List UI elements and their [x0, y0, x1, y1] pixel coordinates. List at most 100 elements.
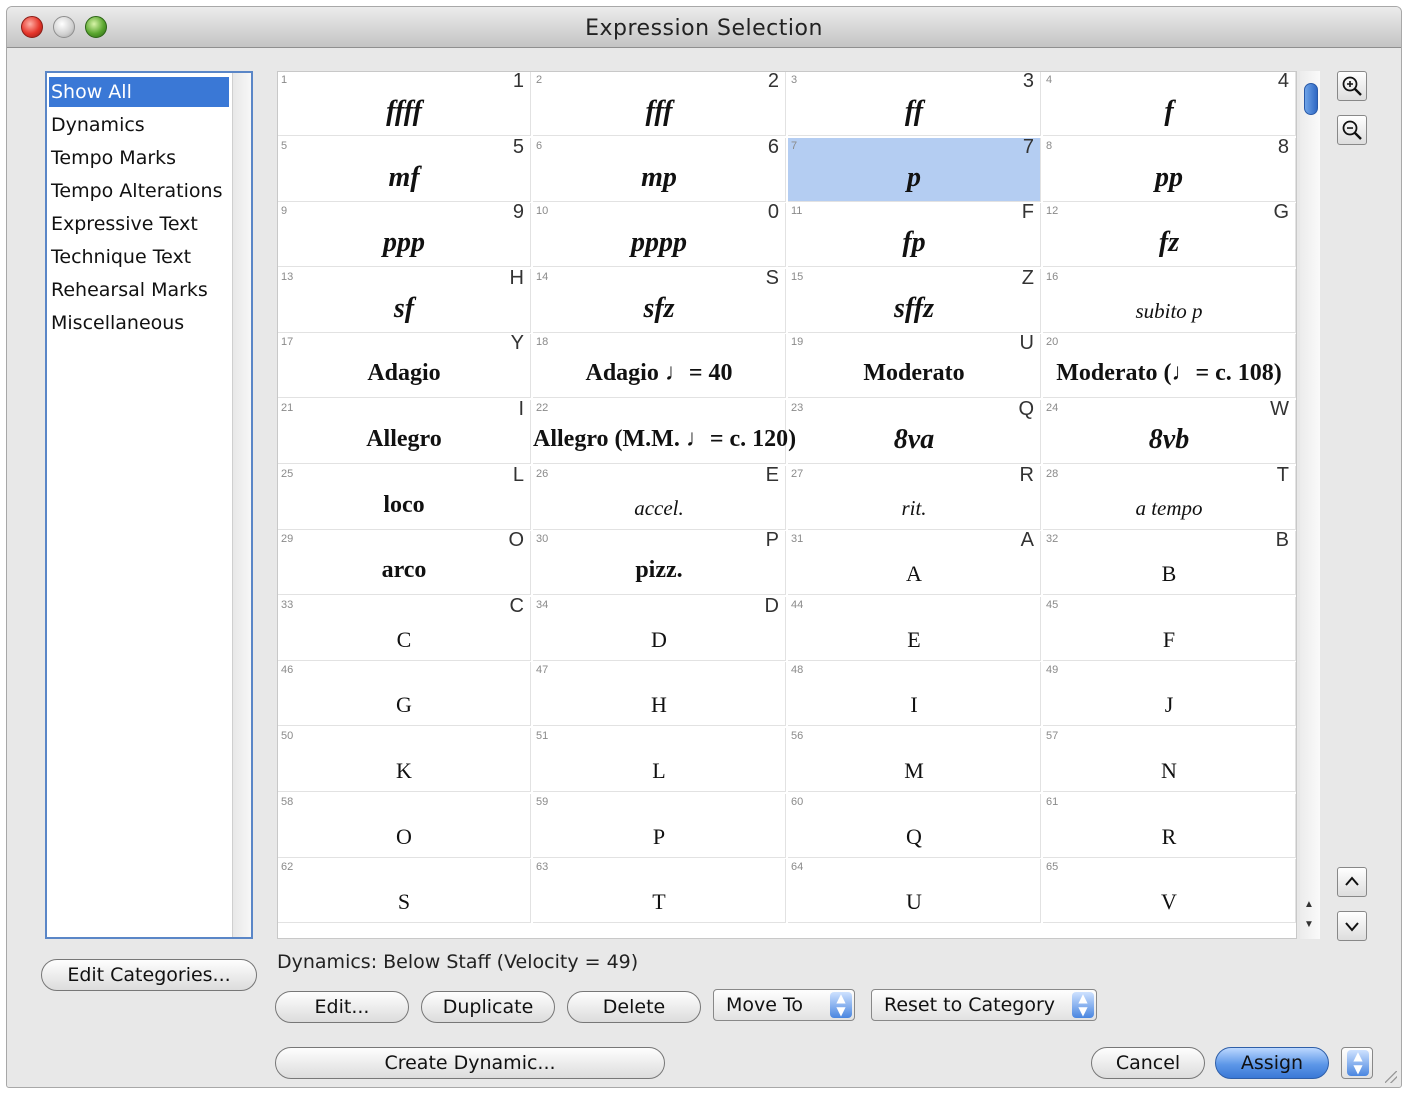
page-up-button[interactable] — [1337, 867, 1367, 897]
reset-to-category-label: Reset to Category — [884, 994, 1056, 1016]
expression-cell[interactable]: 15 Zsffz — [788, 267, 1041, 333]
expression-cell[interactable]: 6 6 mp — [533, 136, 786, 202]
expression-label: R — [1161, 823, 1177, 849]
category-item[interactable]: Rehearsal Marks — [49, 275, 208, 305]
expression-cell[interactable]: 13 Hsf — [278, 267, 531, 333]
expression-cell[interactable]: 8 8 pp — [1043, 136, 1296, 202]
expression-cell[interactable]: 62 S — [278, 859, 531, 924]
expression-cell[interactable]: 2 2 fff — [533, 72, 786, 136]
expression-cell[interactable]: 3 3 ff — [788, 72, 1041, 136]
duplicate-button[interactable]: Duplicate — [421, 991, 555, 1023]
expression-cell[interactable]: 17 Y Adagio — [278, 332, 531, 399]
expression-cell[interactable]: 50 K — [278, 728, 531, 792]
expression-cell[interactable]: 51 L — [533, 728, 786, 792]
expression-number: 59 — [536, 795, 549, 808]
cancel-button[interactable]: Cancel — [1091, 1047, 1205, 1079]
expression-cell[interactable]: 27 Rrit. — [788, 464, 1041, 530]
expression-cell[interactable]: 45 F — [1043, 596, 1296, 661]
edit-button[interactable]: Edit... — [275, 991, 409, 1023]
expression-cell[interactable]: 12 Gfz — [1043, 201, 1296, 268]
expression-grid-scrollbar[interactable]: ▲ ▼ — [1300, 71, 1320, 939]
resize-grip-icon[interactable] — [1385, 1071, 1397, 1083]
expression-cell[interactable]: 32 B B — [1043, 529, 1296, 596]
category-list[interactable]: Show All Dynamics Tempo Marks Tempo Alterat… — [45, 71, 253, 939]
category-item[interactable]: Expressive Text — [49, 209, 198, 239]
expression-cell[interactable]: 10 0 pppp — [533, 201, 786, 268]
expression-label: accel. — [634, 495, 684, 520]
scroll-down-arrow-icon[interactable]: ▼ — [1304, 919, 1314, 930]
expression-number: 4 — [1046, 74, 1053, 86]
expression-cell[interactable]: 48 I — [788, 662, 1041, 727]
expression-cell[interactable]: 24 W 8vb — [1043, 398, 1296, 464]
expression-cell[interactable]: 23 Q 8va — [788, 398, 1041, 464]
category-item[interactable]: Dynamics — [49, 110, 145, 140]
expression-cell[interactable]: 63 T — [533, 859, 786, 924]
expression-cell[interactable]: 49 J — [1043, 662, 1296, 727]
expression-cell[interactable]: 25 Lloco — [278, 464, 531, 530]
expression-cell[interactable]: 31 A A — [788, 529, 1041, 596]
expression-cell[interactable]: 59 P — [533, 793, 786, 858]
zoom-in-button[interactable] — [1337, 71, 1367, 101]
assign-button[interactable]: Assign — [1215, 1047, 1329, 1079]
scrollbar-thumb[interactable] — [1304, 83, 1318, 115]
expression-cell[interactable]: 29 Oarco — [278, 529, 531, 596]
expression-cell[interactable]: 21 I Allegro — [278, 398, 531, 464]
title-bar[interactable]: Expression Selection — [7, 7, 1401, 48]
expression-cell[interactable]: 64 U — [788, 859, 1041, 924]
expression-cell[interactable]: 18 Adagio ♩= 40 — [533, 334, 786, 399]
expression-cell[interactable]: 14 Ssfz — [533, 267, 786, 333]
expression-number: 64 — [791, 861, 804, 874]
expression-label: f — [1164, 96, 1174, 127]
expression-cell[interactable]: 57 N — [1043, 728, 1296, 792]
edit-categories-button[interactable]: Edit Categories... — [41, 959, 257, 991]
expression-number: 2 — [536, 74, 543, 86]
expression-label: F — [1162, 626, 1176, 652]
expression-cell[interactable]: 19 U Moderato — [788, 332, 1041, 399]
expression-cell[interactable]: 47 H — [533, 662, 786, 727]
expression-shortcut-key: E — [765, 463, 779, 486]
expression-cell[interactable]: 46 G — [278, 662, 531, 727]
category-list-scrollbar[interactable] — [232, 73, 251, 937]
expression-cell[interactable]: 61 R — [1043, 793, 1296, 858]
category-item[interactable]: Tempo Marks — [49, 143, 176, 173]
expression-cell[interactable]: 56 M — [788, 728, 1041, 792]
expression-cell[interactable]: 34 D D — [533, 595, 786, 661]
expression-cell[interactable]: 5 5 mf — [278, 136, 531, 202]
expression-label: pp — [1155, 161, 1183, 193]
expression-cell[interactable]: 65 V — [1043, 859, 1296, 924]
assign-options-popup[interactable]: ▲ ▼ — [1341, 1047, 1373, 1079]
expression-cell[interactable]: 28 Ta tempo — [1043, 464, 1296, 530]
chevron-down-icon — [1345, 922, 1359, 932]
page-down-button[interactable] — [1337, 911, 1367, 941]
expression-label: 8va — [893, 424, 935, 455]
expression-number: 11 — [791, 205, 803, 218]
expression-number: 6 — [536, 139, 543, 152]
expression-cell[interactable]: 7 7 p — [788, 136, 1041, 202]
expression-cell[interactable]: 60 Q — [788, 793, 1041, 858]
expression-cell[interactable]: 20 Moderato (♩= c. 108) — [1043, 334, 1296, 399]
category-item[interactable]: Tempo Alterations — [49, 176, 222, 206]
expression-cell[interactable]: 11 Ffp — [788, 201, 1041, 268]
category-item[interactable]: Miscellaneous — [49, 308, 184, 338]
expression-grid[interactable]: 1 1 ffff 2 2 fff 3 3 ff 4 4 f 5 5 mf 6 6 mp 7 7 p 8 8 pp 9 9 ppp 10… — [277, 71, 1297, 939]
expression-cell[interactable]: 22 Allegro (M.M. ♩= c. 120) — [533, 400, 796, 464]
expression-cell[interactable]: 58 O — [278, 793, 531, 858]
scroll-up-arrow-icon[interactable]: ▲ — [1304, 899, 1314, 910]
expression-cell[interactable]: 30 Ppizz. — [533, 529, 786, 596]
expression-cell[interactable]: 44 E — [788, 596, 1041, 661]
expression-cell[interactable]: 9 9 ppp — [278, 201, 531, 268]
expression-cell[interactable]: 1 1 ffff — [278, 72, 531, 136]
category-item[interactable]: Show All — [49, 77, 229, 107]
create-dynamic-button[interactable]: Create Dynamic... — [275, 1047, 665, 1079]
expression-cell[interactable]: 4 4 f — [1043, 72, 1296, 136]
expression-cell[interactable]: 26 Eaccel. — [533, 463, 786, 530]
zoom-out-button[interactable] — [1337, 115, 1367, 145]
delete-button[interactable]: Delete — [567, 991, 701, 1023]
category-item[interactable]: Technique Text — [49, 242, 191, 272]
move-to-popup[interactable]: Move To ▲ ▼ — [713, 989, 855, 1021]
reset-to-category-popup[interactable]: Reset to Category ▲ ▼ — [871, 989, 1097, 1021]
expression-shortcut-key: W — [1270, 398, 1289, 420]
expression-cell[interactable]: 33 C C — [278, 595, 531, 661]
expression-cell[interactable]: 16 subito p — [1043, 268, 1296, 333]
zoom-in-icon — [1342, 76, 1362, 96]
